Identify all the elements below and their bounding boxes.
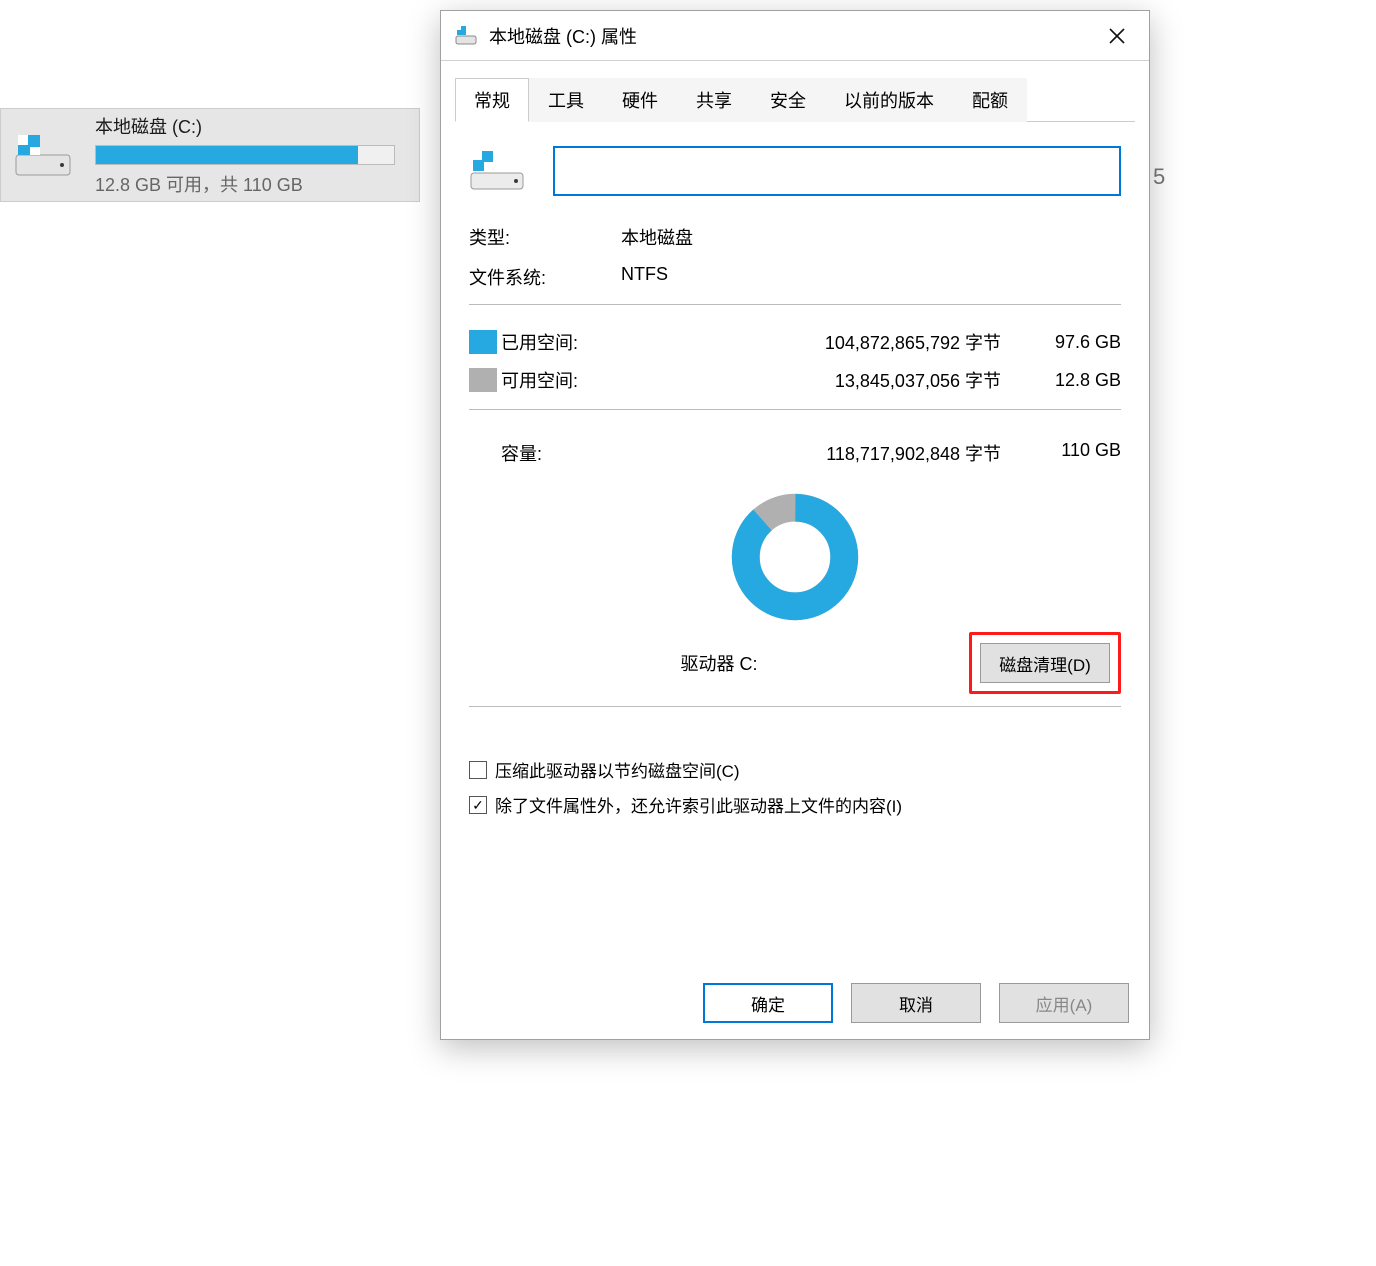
general-panel: 类型: 本地磁盘 文件系统: NTFS 已用空间: 104,872,865,79… bbox=[441, 122, 1149, 837]
capacity-label: 容量: bbox=[501, 440, 671, 466]
compress-checkbox-row[interactable]: 压缩此驱动器以节约磁盘空间(C) bbox=[469, 757, 1121, 782]
free-space-row: 可用空间: 13,845,037,056 字节 12.8 GB bbox=[469, 361, 1121, 399]
highlight-box: 磁盘清理(D) bbox=[969, 632, 1121, 694]
properties-dialog: 本地磁盘 (C:) 属性 常规 工具 硬件 共享 安全 以前的版本 配额 bbox=[440, 10, 1150, 1040]
tab-prev-versions[interactable]: 以前的版本 bbox=[825, 78, 953, 122]
volume-label-input[interactable] bbox=[553, 146, 1121, 196]
drive-subtext: 12.8 GB 可用，共 110 GB bbox=[95, 171, 407, 197]
filesystem-value: NTFS bbox=[621, 264, 668, 290]
title-text: 本地磁盘 (C:) 属性 bbox=[489, 23, 1093, 49]
checkbox-icon: ✓ bbox=[469, 796, 487, 814]
used-space-row: 已用空间: 104,872,865,792 字节 97.6 GB bbox=[469, 323, 1121, 361]
close-icon bbox=[1108, 27, 1126, 45]
used-label: 已用空间: bbox=[501, 329, 671, 355]
tab-general[interactable]: 常规 bbox=[455, 78, 529, 122]
drive-info: 本地磁盘 (C:) 12.8 GB 可用，共 110 GB bbox=[95, 113, 407, 197]
disk-cleanup-button[interactable]: 磁盘清理(D) bbox=[980, 643, 1110, 683]
capacity-bytes: 118,717,902,848 字节 bbox=[671, 440, 1011, 466]
free-bytes: 13,845,037,056 字节 bbox=[671, 367, 1011, 393]
divider bbox=[469, 706, 1121, 707]
free-label: 可用空间: bbox=[501, 367, 671, 393]
drive-icon bbox=[9, 121, 77, 189]
used-bytes: 104,872,865,792 字节 bbox=[671, 329, 1011, 355]
drive-icon bbox=[455, 24, 479, 48]
tab-strip: 常规 工具 硬件 共享 安全 以前的版本 配额 bbox=[455, 77, 1135, 122]
tab-hardware[interactable]: 硬件 bbox=[603, 78, 677, 122]
index-checkbox-row[interactable]: ✓ 除了文件属性外，还允许索引此驱动器上文件的内容(I) bbox=[469, 792, 1121, 817]
usage-donut-chart bbox=[469, 492, 1121, 622]
checkbox-icon bbox=[469, 761, 487, 779]
used-gb: 97.6 GB bbox=[1011, 332, 1121, 353]
dialog-button-row: 确定 取消 应用(A) bbox=[703, 983, 1129, 1023]
type-label: 类型: bbox=[469, 224, 621, 250]
drive-tile[interactable]: 本地磁盘 (C:) 12.8 GB 可用，共 110 GB bbox=[0, 108, 420, 202]
free-color-chip bbox=[469, 368, 497, 392]
drive-usage-fill bbox=[96, 146, 358, 164]
close-button[interactable] bbox=[1093, 16, 1141, 56]
compress-checkbox-label: 压缩此驱动器以节约磁盘空间(C) bbox=[495, 757, 740, 782]
ok-button[interactable]: 确定 bbox=[703, 983, 833, 1023]
capacity-gb: 110 GB bbox=[1011, 440, 1121, 466]
index-checkbox-label: 除了文件属性外，还允许索引此驱动器上文件的内容(I) bbox=[495, 792, 902, 817]
used-color-chip bbox=[469, 330, 497, 354]
divider bbox=[469, 409, 1121, 410]
title-bar[interactable]: 本地磁盘 (C:) 属性 bbox=[441, 11, 1149, 61]
cropped-text-fragment: 5 bbox=[1153, 164, 1165, 190]
filesystem-label: 文件系统: bbox=[469, 264, 621, 290]
divider bbox=[469, 304, 1121, 305]
apply-button[interactable]: 应用(A) bbox=[999, 983, 1129, 1023]
type-value: 本地磁盘 bbox=[621, 224, 693, 250]
drive-icon bbox=[469, 149, 525, 193]
tab-quota[interactable]: 配额 bbox=[953, 78, 1027, 122]
capacity-row: 容量: 118,717,902,848 字节 110 GB bbox=[469, 428, 1121, 478]
drive-letter-label: 驱动器 C: bbox=[469, 650, 969, 676]
cancel-button[interactable]: 取消 bbox=[851, 983, 981, 1023]
tab-security[interactable]: 安全 bbox=[751, 78, 825, 122]
drive-name: 本地磁盘 (C:) bbox=[95, 113, 407, 139]
tab-sharing[interactable]: 共享 bbox=[677, 78, 751, 122]
free-gb: 12.8 GB bbox=[1011, 370, 1121, 391]
drive-usage-bar bbox=[95, 145, 395, 165]
tab-tools[interactable]: 工具 bbox=[529, 78, 603, 122]
